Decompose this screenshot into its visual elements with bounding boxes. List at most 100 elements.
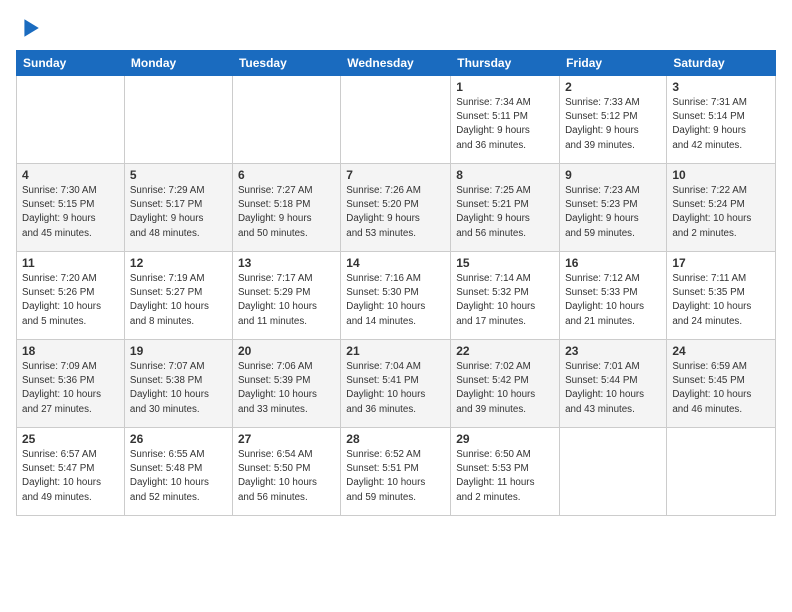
calendar-header-monday: Monday	[124, 51, 232, 76]
day-number: 4	[22, 168, 119, 182]
calendar-header-friday: Friday	[560, 51, 667, 76]
day-info: Sunrise: 6:52 AM Sunset: 5:51 PM Dayligh…	[346, 448, 445, 505]
day-number: 8	[456, 168, 554, 182]
day-info: Sunrise: 7:17 AM Sunset: 5:29 PM Dayligh…	[238, 272, 335, 329]
day-info: Sunrise: 7:33 AM Sunset: 5:12 PM Dayligh…	[565, 96, 661, 153]
day-number: 15	[456, 256, 554, 270]
day-number: 28	[346, 432, 445, 446]
day-info: Sunrise: 7:09 AM Sunset: 5:36 PM Dayligh…	[22, 360, 119, 417]
calendar-cell	[124, 76, 232, 164]
calendar-header-tuesday: Tuesday	[232, 51, 340, 76]
day-info: Sunrise: 7:14 AM Sunset: 5:32 PM Dayligh…	[456, 272, 554, 329]
calendar-cell: 7 Sunrise: 7:26 AM Sunset: 5:20 PM Daylig…	[341, 164, 451, 252]
day-number: 7	[346, 168, 445, 182]
calendar-cell: 14 Sunrise: 7:16 AM Sunset: 5:30 PM Dayli…	[341, 252, 451, 340]
calendar-cell: 19 Sunrise: 7:07 AM Sunset: 5:38 PM Dayli…	[124, 340, 232, 428]
calendar-header-thursday: Thursday	[451, 51, 560, 76]
day-number: 5	[130, 168, 227, 182]
calendar-header-sunday: Sunday	[17, 51, 125, 76]
day-number: 6	[238, 168, 335, 182]
calendar-header-row: SundayMondayTuesdayWednesdayThursdayFrid…	[17, 51, 776, 76]
day-number: 17	[672, 256, 770, 270]
day-info: Sunrise: 6:55 AM Sunset: 5:48 PM Dayligh…	[130, 448, 227, 505]
day-number: 22	[456, 344, 554, 358]
day-number: 9	[565, 168, 661, 182]
day-number: 1	[456, 80, 554, 94]
day-number: 23	[565, 344, 661, 358]
calendar-cell: 6 Sunrise: 7:27 AM Sunset: 5:18 PM Daylig…	[232, 164, 340, 252]
day-number: 14	[346, 256, 445, 270]
calendar-week-row: 11Sunrise: 7:20 AM Sunset: 5:26 PM Dayli…	[17, 252, 776, 340]
calendar-cell: 10 Sunrise: 7:22 AM Sunset: 5:24 PM Dayli…	[667, 164, 776, 252]
day-info: Sunrise: 7:12 AM Sunset: 5:33 PM Dayligh…	[565, 272, 661, 329]
calendar-cell: 17 Sunrise: 7:11 AM Sunset: 5:35 PM Dayli…	[667, 252, 776, 340]
day-info: Sunrise: 7:31 AM Sunset: 5:14 PM Dayligh…	[672, 96, 770, 153]
day-number: 2	[565, 80, 661, 94]
calendar-week-row: 18Sunrise: 7:09 AM Sunset: 5:36 PM Dayli…	[17, 340, 776, 428]
calendar-cell: 23 Sunrise: 7:01 AM Sunset: 5:44 PM Dayli…	[560, 340, 667, 428]
calendar-cell	[667, 428, 776, 516]
calendar-cell: 1 Sunrise: 7:34 AM Sunset: 5:11 PM Daylig…	[451, 76, 560, 164]
day-info: Sunrise: 7:30 AM Sunset: 5:15 PM Dayligh…	[22, 184, 119, 241]
day-number: 20	[238, 344, 335, 358]
calendar-cell: 22Sunrise: 7:02 AM Sunset: 5:42 PM Dayli…	[451, 340, 560, 428]
day-number: 29	[456, 432, 554, 446]
calendar-cell: 11Sunrise: 7:20 AM Sunset: 5:26 PM Dayli…	[17, 252, 125, 340]
day-info: Sunrise: 7:01 AM Sunset: 5:44 PM Dayligh…	[565, 360, 661, 417]
day-info: Sunrise: 6:59 AM Sunset: 5:45 PM Dayligh…	[672, 360, 770, 417]
calendar-cell: 12 Sunrise: 7:19 AM Sunset: 5:27 PM Dayli…	[124, 252, 232, 340]
header	[16, 16, 776, 40]
day-info: Sunrise: 7:07 AM Sunset: 5:38 PM Dayligh…	[130, 360, 227, 417]
day-info: Sunrise: 7:20 AM Sunset: 5:26 PM Dayligh…	[22, 272, 119, 329]
day-info: Sunrise: 7:16 AM Sunset: 5:30 PM Dayligh…	[346, 272, 445, 329]
day-number: 19	[130, 344, 227, 358]
calendar-header-saturday: Saturday	[667, 51, 776, 76]
logo	[16, 16, 42, 40]
day-number: 10	[672, 168, 770, 182]
day-number: 26	[130, 432, 227, 446]
calendar-cell	[560, 428, 667, 516]
calendar-cell: 15 Sunrise: 7:14 AM Sunset: 5:32 PM Dayli…	[451, 252, 560, 340]
day-number: 13	[238, 256, 335, 270]
calendar-cell: 26 Sunrise: 6:55 AM Sunset: 5:48 PM Dayli…	[124, 428, 232, 516]
logo-icon	[18, 16, 42, 40]
calendar-week-row: 1 Sunrise: 7:34 AM Sunset: 5:11 PM Daylig…	[17, 76, 776, 164]
day-number: 21	[346, 344, 445, 358]
day-info: Sunrise: 6:54 AM Sunset: 5:50 PM Dayligh…	[238, 448, 335, 505]
day-info: Sunrise: 6:50 AM Sunset: 5:53 PM Dayligh…	[456, 448, 554, 505]
day-info: Sunrise: 7:27 AM Sunset: 5:18 PM Dayligh…	[238, 184, 335, 241]
day-info: Sunrise: 7:04 AM Sunset: 5:41 PM Dayligh…	[346, 360, 445, 417]
day-info: Sunrise: 7:26 AM Sunset: 5:20 PM Dayligh…	[346, 184, 445, 241]
day-info: Sunrise: 7:11 AM Sunset: 5:35 PM Dayligh…	[672, 272, 770, 329]
calendar-cell: 25 Sunrise: 6:57 AM Sunset: 5:47 PM Dayli…	[17, 428, 125, 516]
calendar-week-row: 4 Sunrise: 7:30 AM Sunset: 5:15 PM Daylig…	[17, 164, 776, 252]
calendar-cell: 4 Sunrise: 7:30 AM Sunset: 5:15 PM Daylig…	[17, 164, 125, 252]
day-info: Sunrise: 7:22 AM Sunset: 5:24 PM Dayligh…	[672, 184, 770, 241]
calendar-cell: 28 Sunrise: 6:52 AM Sunset: 5:51 PM Dayli…	[341, 428, 451, 516]
calendar-table: SundayMondayTuesdayWednesdayThursdayFrid…	[16, 50, 776, 516]
calendar-cell: 9 Sunrise: 7:23 AM Sunset: 5:23 PM Daylig…	[560, 164, 667, 252]
day-info: Sunrise: 7:23 AM Sunset: 5:23 PM Dayligh…	[565, 184, 661, 241]
day-info: Sunrise: 7:06 AM Sunset: 5:39 PM Dayligh…	[238, 360, 335, 417]
calendar-cell: 18Sunrise: 7:09 AM Sunset: 5:36 PM Dayli…	[17, 340, 125, 428]
day-info: Sunrise: 7:34 AM Sunset: 5:11 PM Dayligh…	[456, 96, 554, 153]
calendar-cell: 20 Sunrise: 7:06 AM Sunset: 5:39 PM Dayli…	[232, 340, 340, 428]
day-info: Sunrise: 7:29 AM Sunset: 5:17 PM Dayligh…	[130, 184, 227, 241]
calendar-cell	[232, 76, 340, 164]
calendar-cell: 21 Sunrise: 7:04 AM Sunset: 5:41 PM Dayli…	[341, 340, 451, 428]
day-info: Sunrise: 7:25 AM Sunset: 5:21 PM Dayligh…	[456, 184, 554, 241]
day-info: Sunrise: 6:57 AM Sunset: 5:47 PM Dayligh…	[22, 448, 119, 505]
calendar-cell: 24 Sunrise: 6:59 AM Sunset: 5:45 PM Dayli…	[667, 340, 776, 428]
day-number: 25	[22, 432, 119, 446]
calendar-cell: 16Sunrise: 7:12 AM Sunset: 5:33 PM Dayli…	[560, 252, 667, 340]
calendar-week-row: 25 Sunrise: 6:57 AM Sunset: 5:47 PM Dayli…	[17, 428, 776, 516]
day-number: 24	[672, 344, 770, 358]
day-number: 12	[130, 256, 227, 270]
calendar-cell: 29 Sunrise: 6:50 AM Sunset: 5:53 PM Dayli…	[451, 428, 560, 516]
calendar-cell: 3 Sunrise: 7:31 AM Sunset: 5:14 PM Daylig…	[667, 76, 776, 164]
day-info: Sunrise: 7:19 AM Sunset: 5:27 PM Dayligh…	[130, 272, 227, 329]
day-number: 3	[672, 80, 770, 94]
calendar-cell	[341, 76, 451, 164]
calendar-cell	[17, 76, 125, 164]
calendar-header-wednesday: Wednesday	[341, 51, 451, 76]
